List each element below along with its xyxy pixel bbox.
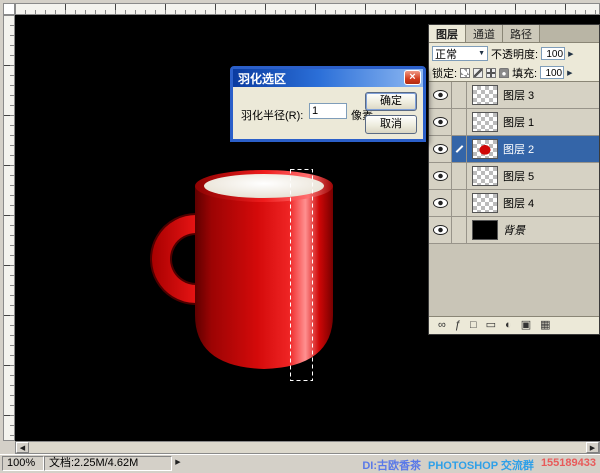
vertical-ruler[interactable]	[3, 15, 15, 441]
layer-name: 背景	[503, 222, 525, 238]
link-cell[interactable]	[452, 163, 467, 189]
visibility-cell[interactable]	[429, 163, 452, 189]
panel-tab[interactable]: 通道	[466, 25, 503, 42]
new-layer-icon[interactable]: ▣	[521, 318, 531, 333]
visibility-cell[interactable]	[429, 190, 452, 216]
fill-value[interactable]: 100	[540, 66, 564, 79]
link-cell[interactable]	[452, 82, 467, 108]
ok-button[interactable]: 确定	[365, 92, 417, 111]
link-layers-icon[interactable]: ∞	[438, 318, 446, 333]
feather-radius-label: 羽化半径(R):	[241, 107, 303, 123]
panel-tabs: 图层 通道 路径	[429, 25, 599, 43]
opacity-label: 不透明度:	[491, 46, 538, 62]
chevron-down-icon: ▼	[478, 50, 485, 57]
opacity-value[interactable]: 100	[541, 47, 565, 60]
layer-name: 图层 4	[503, 195, 534, 211]
layer-row[interactable]: 图层 4	[429, 190, 599, 217]
fill-label: 填充:	[512, 65, 537, 81]
watermark-part: DI:古欧香茶	[362, 457, 421, 473]
layer-thumbnail[interactable]	[472, 193, 498, 213]
status-menu-icon[interactable]: ▶	[172, 457, 184, 469]
layer-row[interactable]: 背景	[429, 217, 599, 244]
dialog-body: 羽化半径(R): 像素 确定 取消	[233, 87, 423, 139]
layer-row[interactable]: 图层 2	[429, 136, 599, 163]
blend-mode-value: 正常	[435, 46, 457, 62]
new-group-icon[interactable]: ▭	[486, 318, 496, 333]
eye-icon	[433, 225, 448, 235]
layer-row[interactable]: 图层 1	[429, 109, 599, 136]
cancel-button[interactable]: 取消	[365, 115, 417, 134]
eye-icon	[433, 198, 448, 208]
mug-interior	[204, 174, 324, 198]
visibility-cell[interactable]	[429, 136, 452, 162]
layer-name: 图层 3	[503, 87, 534, 103]
feather-dialog: 羽化选区 × 羽化半径(R): 像素 确定 取消	[230, 66, 426, 142]
lock-all-icon[interactable]	[499, 68, 509, 78]
layer-thumbnail[interactable]	[472, 85, 498, 105]
document-size-info[interactable]: 文档:2.25M/4.62M	[44, 456, 172, 471]
layer-thumbnail[interactable]	[472, 220, 498, 240]
panel-tab[interactable]: 图层	[429, 25, 466, 42]
eye-icon	[433, 171, 448, 181]
layer-row[interactable]: 图层 3	[429, 82, 599, 109]
watermark-text: DI:古欧香茶 PHOTOSHOP 交流群 155189433	[362, 457, 596, 473]
layer-mask-icon[interactable]: □	[470, 318, 477, 333]
layer-row[interactable]: 图层 5	[429, 163, 599, 190]
layer-style-icon[interactable]: ƒ	[455, 318, 461, 333]
close-icon[interactable]: ×	[404, 70, 421, 85]
link-cell[interactable]	[452, 217, 467, 243]
lock-label: 锁定:	[432, 65, 457, 81]
visibility-cell[interactable]	[429, 217, 452, 243]
layer-thumbnail[interactable]	[472, 166, 498, 186]
scroll-right-icon[interactable]: ▶	[586, 442, 599, 453]
layer-name: 图层 1	[503, 114, 534, 130]
panel-bottom-bar: ∞ ƒ □ ▭ ◐ ▣ ▦	[429, 316, 599, 334]
feather-radius-input[interactable]	[309, 103, 347, 119]
delete-layer-icon[interactable]: ▦	[540, 318, 550, 333]
link-cell[interactable]	[452, 190, 467, 216]
watermark-part: 155189433	[541, 457, 596, 473]
fill-popup-icon[interactable]: ▶	[567, 69, 572, 77]
lock-row: 锁定: 填充: 100 ▶	[429, 64, 599, 82]
lock-position-icon[interactable]	[486, 68, 496, 78]
zoom-level-field[interactable]: 100%	[2, 456, 44, 471]
adjustment-layer-icon[interactable]: ◐	[505, 318, 512, 333]
link-cell[interactable]	[452, 109, 467, 135]
eye-icon	[433, 117, 448, 127]
visibility-cell[interactable]	[429, 82, 452, 108]
ruler-corner	[3, 3, 15, 15]
layer-list: 图层 3 图层 1 图层	[429, 82, 599, 321]
lock-pixels-icon[interactable]	[473, 68, 483, 78]
layer-name: 图层 5	[503, 168, 534, 184]
scroll-left-icon[interactable]: ◀	[16, 442, 29, 453]
visibility-cell[interactable]	[429, 109, 452, 135]
eye-icon	[433, 90, 448, 100]
link-cell[interactable]	[452, 136, 467, 162]
panel-tab[interactable]: 路径	[503, 25, 540, 42]
layer-thumbnail[interactable]	[472, 112, 498, 132]
dialog-title: 羽化选区	[238, 70, 286, 87]
blend-mode-select[interactable]: 正常 ▼	[432, 46, 488, 61]
layers-panel: 图层 通道 路径 正常 ▼ 不透明度: 100 ▶ 锁定: 填充: 100 ▶	[428, 24, 600, 335]
horizontal-ruler[interactable]	[15, 3, 600, 15]
layer-thumbnail[interactable]	[472, 139, 498, 159]
watermark-part: PHOTOSHOP 交流群	[428, 457, 534, 473]
status-bar: 100% 文档:2.25M/4.62M ▶ DI:古欧香茶 PHOTOSHOP …	[0, 454, 600, 470]
horizontal-scrollbar[interactable]: ◀ ▶	[15, 441, 600, 454]
opacity-popup-icon[interactable]: ▶	[568, 50, 573, 58]
eye-icon	[433, 144, 448, 154]
layer-name: 图层 2	[503, 141, 534, 157]
paintbrush-icon	[455, 145, 463, 153]
blend-row: 正常 ▼ 不透明度: 100 ▶	[429, 43, 599, 64]
lock-transparency-icon[interactable]	[460, 68, 470, 78]
dialog-titlebar[interactable]: 羽化选区 ×	[233, 69, 423, 87]
